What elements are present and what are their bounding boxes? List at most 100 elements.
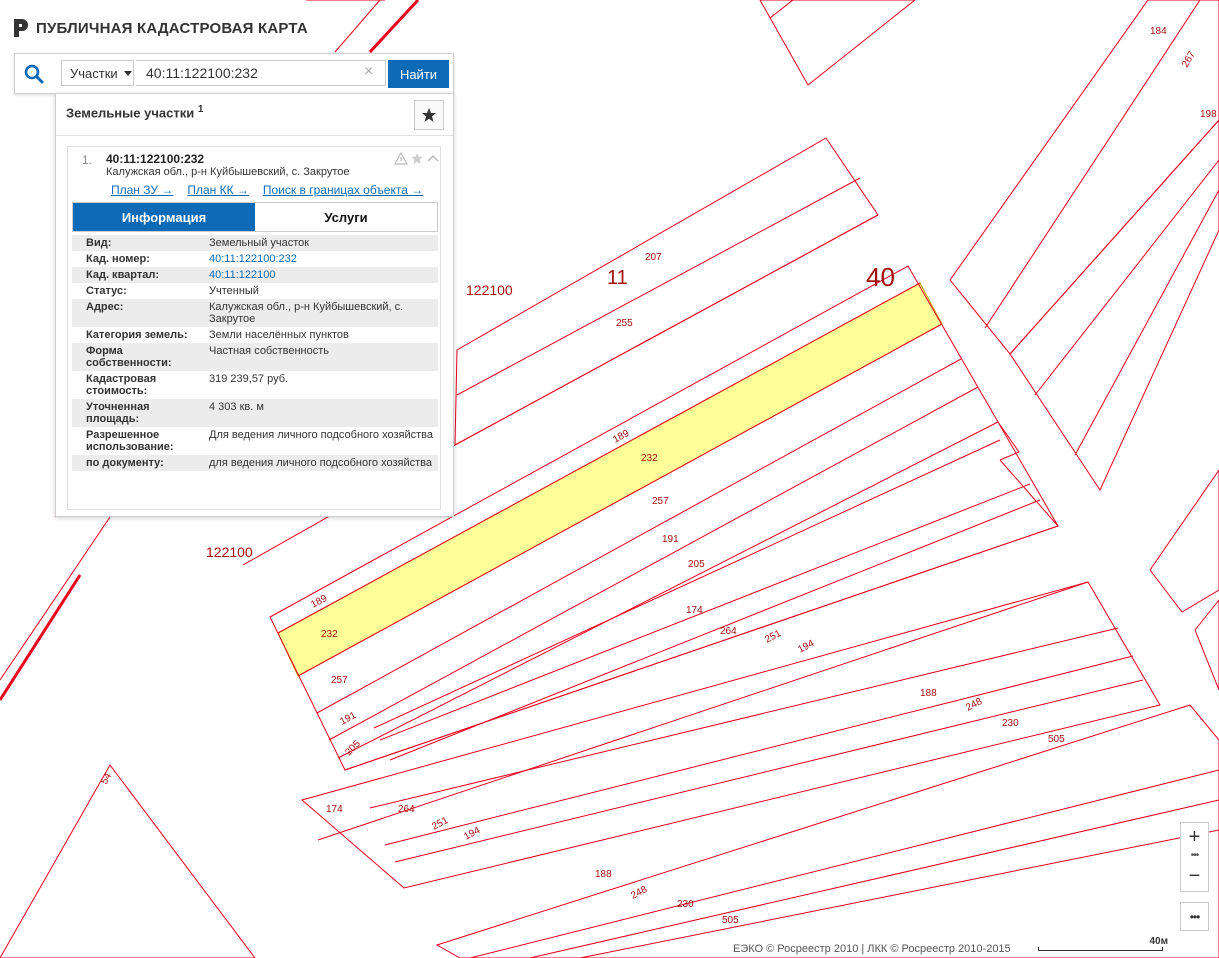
info-row: Вид: Земельный участок	[72, 235, 438, 251]
results-count: 1	[197, 104, 204, 115]
parcel-boundary	[454, 214, 879, 446]
cadastral-number-link[interactable]: 40:11:122100:232	[209, 253, 297, 265]
parcel-label: 505	[722, 915, 739, 926]
zoom-in-button[interactable]: +	[1181, 824, 1208, 850]
info-value: Частная собственность	[209, 345, 330, 357]
plan-kk-link[interactable]: План КК →	[187, 183, 249, 197]
app-logo[interactable]: ПУБЛИЧНАЯ КАДАСТРОВАЯ КАРТА	[14, 19, 308, 37]
search-in-bounds-link[interactable]: Поиск в границах объекта →	[263, 183, 423, 197]
tab-services[interactable]: Услуги	[255, 203, 437, 231]
more-button[interactable]: •••	[1180, 902, 1209, 931]
search-input[interactable]	[136, 60, 386, 86]
parcel-label: 251	[430, 815, 450, 833]
info-table: Вид: Земельный участок Кад. номер: 40:11:1…	[72, 235, 438, 471]
parcel-label: 194	[796, 638, 816, 656]
info-row: Форма собственности: Частная собственност…	[72, 343, 438, 371]
parcel-label: 188	[595, 869, 612, 880]
region-label: 40	[866, 262, 895, 292]
parcel-label: 267	[1180, 49, 1198, 69]
search-type-select[interactable]: Участки	[61, 60, 134, 86]
results-heading-label: Земельные участки	[66, 105, 195, 121]
parcel-label: 255	[616, 318, 633, 329]
info-value: Учтенный	[209, 285, 259, 297]
parcel-boundary	[999, 459, 1059, 527]
app-title: ПУБЛИЧНАЯ КАДАСТРОВАЯ КАРТА	[36, 19, 308, 37]
parcel-boundary	[0, 516, 111, 681]
cadastral-quarter-link[interactable]: 40:11:122100	[209, 269, 275, 281]
tab-information[interactable]: Информация	[73, 203, 255, 231]
parcel-boundary	[529, 799, 1219, 958]
parcel-label: 198	[1200, 109, 1217, 120]
parcel-label: 54	[99, 771, 114, 787]
search-icon[interactable]	[23, 63, 47, 85]
divider	[56, 135, 453, 136]
result-links: План ЗУ → План КК → Поиск в границах объ…	[111, 183, 423, 197]
parcel-label: 184	[1150, 26, 1167, 37]
info-value: 319 239,57 руб.	[209, 373, 289, 385]
info-key: Форма собственности:	[86, 345, 172, 369]
info-value: Для ведения личного подсобного хозяйства	[209, 429, 433, 441]
star-icon	[422, 108, 436, 122]
parcel-label: 188	[920, 688, 937, 699]
info-key: Категория земель:	[86, 329, 188, 341]
logo-icon	[14, 19, 28, 37]
parcel-label: 205	[343, 738, 363, 758]
favorites-button[interactable]	[414, 100, 444, 130]
result-title[interactable]: 40:11:122100:232	[106, 152, 204, 166]
zoom-control: + ••• −	[1180, 822, 1209, 892]
parcel-block-bottom[interactable]	[435, 704, 1219, 958]
result-index: 1.	[82, 153, 93, 167]
clear-icon[interactable]: ×	[364, 64, 373, 80]
warning-icon[interactable]	[394, 152, 408, 165]
parcel-right-2[interactable]	[1009, 119, 1219, 492]
info-key: Разрешенное использование:	[86, 429, 174, 453]
parcel-label: 230	[677, 899, 694, 910]
info-row: Категория земель: Земли населённых пункто…	[72, 327, 438, 343]
result-actions	[394, 152, 440, 165]
plan-zu-link[interactable]: План ЗУ →	[111, 183, 173, 197]
parcel-boundary	[373, 439, 1001, 729]
info-value: Калужская обл., р-н Куйбышевский, с. Зак…	[209, 301, 404, 325]
info-value: для ведения личного подсобного хозяйства	[209, 457, 432, 469]
info-key: Кад. номер:	[86, 253, 150, 265]
result-address: Калужская обл., р-н Куйбышевский, с. Зак…	[106, 166, 350, 178]
parcel-label: 207	[645, 252, 662, 263]
info-key: по документу:	[86, 457, 164, 469]
parcel-label: 248	[629, 884, 649, 902]
parcel-label: 264	[720, 626, 737, 637]
info-row: Разрешенное использование: Для ведения ли…	[72, 427, 438, 455]
info-key: Адрес:	[86, 301, 124, 313]
parcel-boundary	[379, 483, 1031, 741]
info-row: Кад. номер: 40:11:122100:232	[72, 251, 438, 267]
star-icon[interactable]	[410, 152, 424, 165]
parcel-label: 248	[964, 696, 984, 714]
quarter-label: 122100	[466, 282, 513, 298]
info-key: Вид:	[86, 237, 112, 249]
info-row: Статус: Учтенный	[72, 283, 438, 299]
parcel-54[interactable]	[0, 764, 256, 958]
info-row: по документу: для ведения личного подсобн…	[72, 455, 438, 471]
parcel-right-4[interactable]	[1194, 599, 1219, 691]
result-card[interactable]: 1. 40:11:122100:232 Калужская обл., р-н …	[67, 146, 441, 510]
parcel-label: 205	[688, 559, 705, 570]
parcel-boundary	[984, 0, 1201, 329]
parcel-boundary	[334, 0, 381, 53]
zoom-out-button[interactable]: −	[1181, 863, 1208, 889]
parcel-label: 230	[1002, 718, 1019, 729]
info-key: Кадастровая стоимость:	[86, 373, 157, 397]
find-button[interactable]: Найти	[388, 60, 449, 88]
parcel-label: 257	[652, 496, 669, 507]
parcel-label: 264	[398, 804, 415, 815]
parcel-right-3[interactable]	[1149, 469, 1219, 613]
parcel-boundary	[769, 0, 794, 19]
info-value: Земельный участок	[209, 237, 310, 249]
parcel-top[interactable]	[759, 0, 916, 86]
info-row: Кад. квартал: 40:11:122100	[72, 267, 438, 283]
results-heading: Земельные участки 1	[66, 104, 203, 120]
scale-bar: 40м	[1038, 936, 1168, 954]
info-row: Адрес: Калужская обл., р-н Куйбышевский, …	[72, 299, 438, 327]
chevron-down-icon	[123, 70, 132, 76]
parcel-label: 257	[331, 675, 348, 686]
chevron-up-icon[interactable]	[426, 152, 440, 165]
parcel-label: 232	[641, 453, 658, 464]
